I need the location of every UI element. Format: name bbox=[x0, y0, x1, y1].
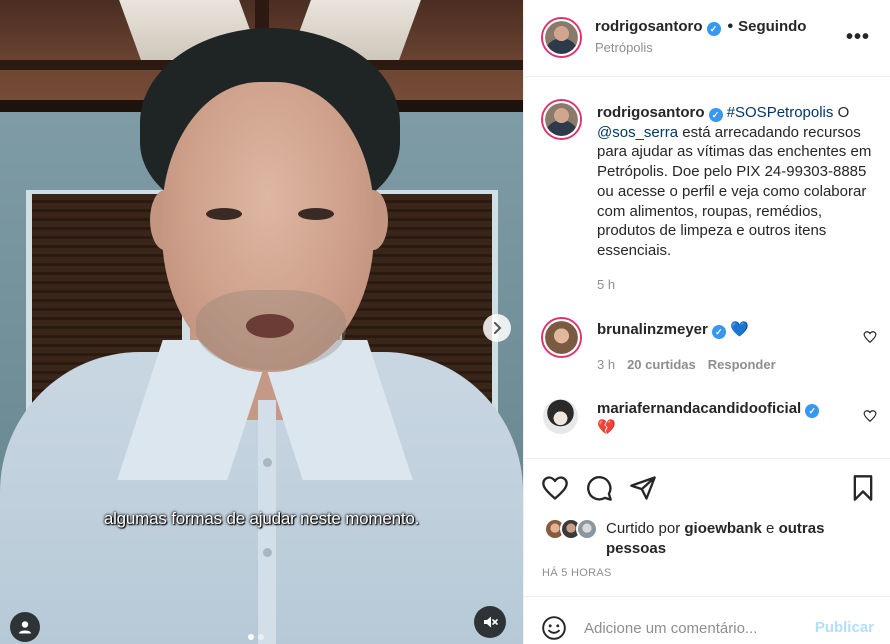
caption-text: O bbox=[833, 104, 850, 121]
like-icon[interactable] bbox=[541, 474, 569, 502]
caption-time[interactable]: 5 h bbox=[597, 277, 615, 292]
reply-button[interactable]: Responder bbox=[708, 357, 776, 372]
comment-like-icon[interactable] bbox=[863, 330, 877, 344]
comment-like-icon[interactable] bbox=[863, 409, 877, 423]
video-subtitle: algumas formas de ajudar neste momento. bbox=[103, 509, 420, 528]
shirt-button bbox=[263, 458, 272, 467]
shirt-button bbox=[263, 548, 272, 557]
header-user: rodrigosantoro ✓ • Seguindo bbox=[595, 18, 806, 36]
liked-by-user[interactable]: gioewbank bbox=[684, 520, 762, 537]
more-options-icon[interactable]: ••• bbox=[846, 26, 870, 49]
user-tag-button[interactable] bbox=[10, 612, 40, 642]
eye bbox=[206, 208, 242, 220]
carousel-indicator bbox=[248, 634, 264, 640]
liked-by-conjunction: e bbox=[761, 520, 779, 537]
speaker-muted-icon bbox=[484, 616, 498, 628]
caption-username[interactable]: rodrigosantoro bbox=[597, 104, 705, 121]
post-caption: rodrigosantoro ✓ #SOSPetropolis O @sos_se… bbox=[597, 103, 879, 261]
verified-badge-icon: ✓ bbox=[708, 108, 723, 122]
hashtag-link[interactable]: #SOSPetropolis bbox=[727, 104, 834, 121]
comment: mariafernandacandidooficial ✓ 💔 bbox=[597, 400, 847, 436]
separator: • bbox=[727, 18, 734, 35]
liked-by-prefix: Curtido por bbox=[606, 520, 685, 537]
actions-divider bbox=[524, 458, 890, 459]
comment-username[interactable]: brunalinzmeyer bbox=[597, 321, 708, 338]
post-timestamp[interactable]: HÁ 5 HORAS bbox=[542, 567, 612, 579]
post-sidebar: rodrigosantoro ✓ • Seguindo Petrópolis ••• … bbox=[523, 0, 890, 644]
chevron-right-icon bbox=[494, 322, 502, 334]
comment-icon[interactable] bbox=[585, 474, 613, 502]
comment-username[interactable]: mariafernandacandidooficial bbox=[597, 400, 801, 417]
comment-avatar[interactable] bbox=[543, 319, 580, 356]
eye bbox=[298, 208, 334, 220]
comment-composer: Publicar bbox=[524, 596, 890, 644]
author-username[interactable]: rodrigosantoro bbox=[595, 18, 703, 35]
mute-button[interactable] bbox=[474, 606, 506, 638]
comment-time[interactable]: 3 h bbox=[597, 357, 615, 372]
publish-button[interactable]: Publicar bbox=[815, 619, 874, 636]
comment-text: 💔 bbox=[597, 419, 616, 436]
verified-badge-icon: ✓ bbox=[805, 404, 820, 418]
liked-by-text: Curtido por gioewbank e outras pessoas bbox=[606, 519, 846, 559]
follow-status-button[interactable]: Seguindo bbox=[738, 18, 806, 35]
comment-text: 💙 bbox=[730, 321, 749, 338]
verified-badge-icon: ✓ bbox=[706, 22, 721, 36]
mouth bbox=[246, 314, 294, 338]
comment-likes[interactable]: 20 curtidas bbox=[627, 357, 696, 372]
caption-text: está arrecadando recursos para ajudar as… bbox=[597, 123, 872, 259]
comment-avatar[interactable] bbox=[543, 399, 578, 434]
avatar bbox=[576, 518, 598, 540]
comment-input[interactable] bbox=[584, 616, 804, 640]
location-link[interactable]: Petrópolis bbox=[595, 40, 653, 55]
post-header: rodrigosantoro ✓ • Seguindo Petrópolis ••• bbox=[524, 0, 890, 77]
verified-badge-icon: ✓ bbox=[711, 325, 726, 339]
comment-meta: 3 h 20 curtidas Responder bbox=[597, 357, 788, 372]
next-media-button[interactable] bbox=[483, 314, 511, 342]
user-icon bbox=[19, 621, 31, 634]
share-icon[interactable] bbox=[629, 474, 657, 502]
comment: brunalinzmeyer ✓ 💙 bbox=[597, 320, 847, 339]
post-media[interactable]: algumas formas de ajudar neste momento. bbox=[0, 0, 523, 644]
author-avatar[interactable] bbox=[543, 19, 580, 56]
liked-by-avatars[interactable] bbox=[544, 518, 604, 544]
carousel-dot bbox=[248, 634, 254, 640]
emoji-icon[interactable] bbox=[541, 615, 567, 641]
caption-avatar[interactable] bbox=[543, 101, 580, 138]
bookmark-icon[interactable] bbox=[849, 474, 877, 502]
carousel-dot bbox=[258, 634, 264, 640]
mention-link[interactable]: @sos_serra bbox=[597, 124, 678, 141]
